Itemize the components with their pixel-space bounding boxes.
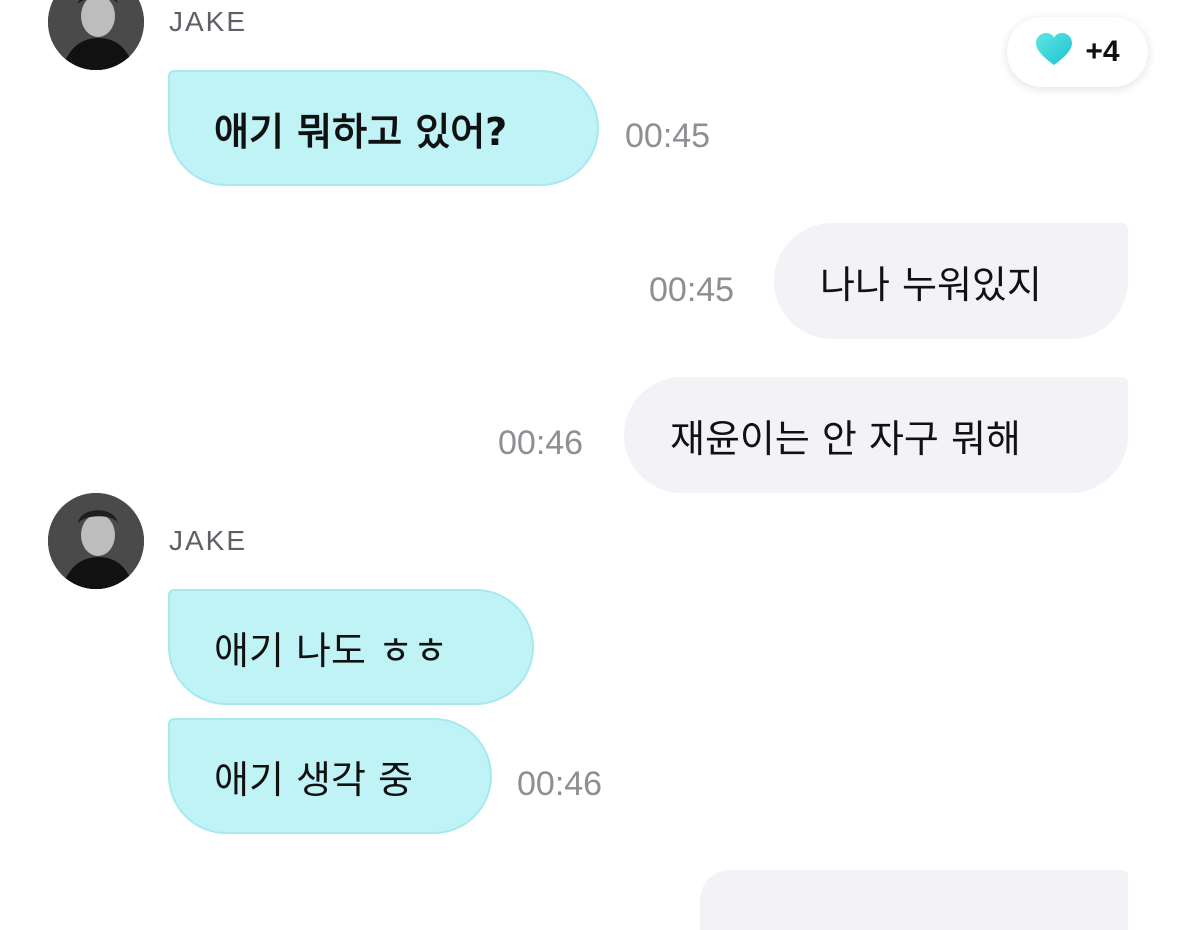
avatar[interactable] [48, 493, 144, 589]
sender-name: JAKE [169, 6, 248, 37]
heart-icon [1035, 33, 1073, 71]
reaction-badge[interactable]: +4 [1007, 17, 1148, 87]
message-timestamp: 00:46 [517, 765, 603, 803]
message-bubble[interactable]: 애기 뭐하고 있어? [168, 70, 599, 186]
message-bubble-partial[interactable] [700, 870, 1128, 930]
message-timestamp: 00:46 [498, 424, 584, 462]
avatar[interactable] [48, 0, 144, 70]
sender-name: JAKE [169, 525, 248, 556]
message-bubble[interactable]: 나나 누워있지 [774, 223, 1128, 339]
reaction-count: +4 [1085, 35, 1120, 68]
message-bubble[interactable]: 애기 나도 ㅎㅎ [168, 589, 534, 705]
message-bubble[interactable]: 재윤이는 안 자구 뭐해 [624, 377, 1128, 493]
message-timestamp: 00:45 [625, 117, 711, 155]
message-timestamp: 00:45 [649, 271, 735, 309]
message-bubble[interactable]: 애기 생각 중 [168, 718, 492, 834]
